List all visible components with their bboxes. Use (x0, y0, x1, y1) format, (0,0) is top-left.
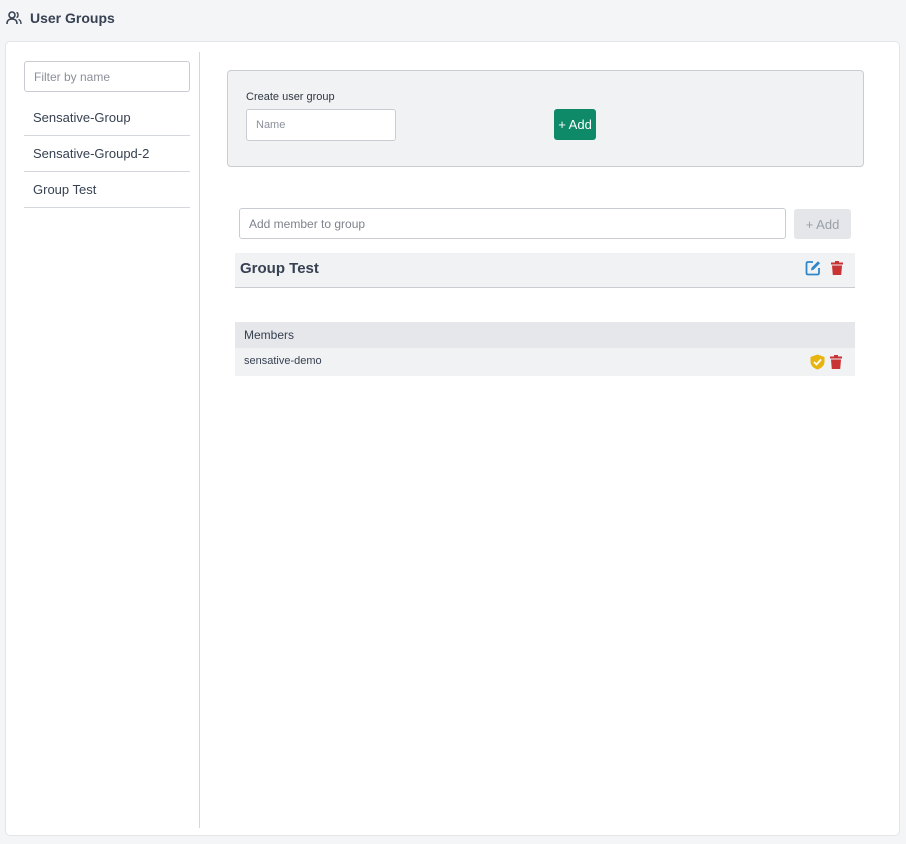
users-icon (6, 11, 22, 25)
selected-group-name: Group Test (240, 260, 319, 277)
create-group-label: Create user group (246, 91, 335, 103)
group-item-group-test[interactable]: Group Test (24, 172, 190, 208)
member-name: sensative-demo (244, 355, 322, 367)
filter-input[interactable] (24, 61, 190, 92)
sidebar-divider (199, 52, 200, 828)
add-member-input[interactable] (239, 208, 786, 239)
selected-group-header: Group Test (235, 253, 855, 288)
group-list: Sensative-Group Sensative-Groupd-2 Group… (24, 100, 190, 208)
remove-member-icon[interactable] (830, 355, 842, 369)
delete-group-icon[interactable] (831, 261, 843, 275)
page-title: User Groups (30, 10, 115, 26)
create-group-button[interactable]: + Add (554, 109, 596, 140)
member-row: sensative-demo (235, 348, 855, 376)
members-header: Members (235, 322, 855, 348)
create-group-panel: Create user group + Add (227, 70, 864, 167)
add-member-button[interactable]: + Add (794, 209, 851, 239)
page-header: User Groups (0, 0, 906, 36)
group-item-sensative-groupd-2[interactable]: Sensative-Groupd-2 (24, 136, 190, 172)
group-item-sensative-group[interactable]: Sensative-Group (24, 100, 190, 136)
group-name-input[interactable] (246, 109, 396, 141)
main-card: Sensative-Group Sensative-Groupd-2 Group… (5, 41, 900, 836)
shield-check-icon[interactable] (810, 354, 825, 370)
sidebar: Sensative-Group Sensative-Groupd-2 Group… (6, 42, 200, 835)
edit-icon[interactable] (805, 260, 821, 276)
